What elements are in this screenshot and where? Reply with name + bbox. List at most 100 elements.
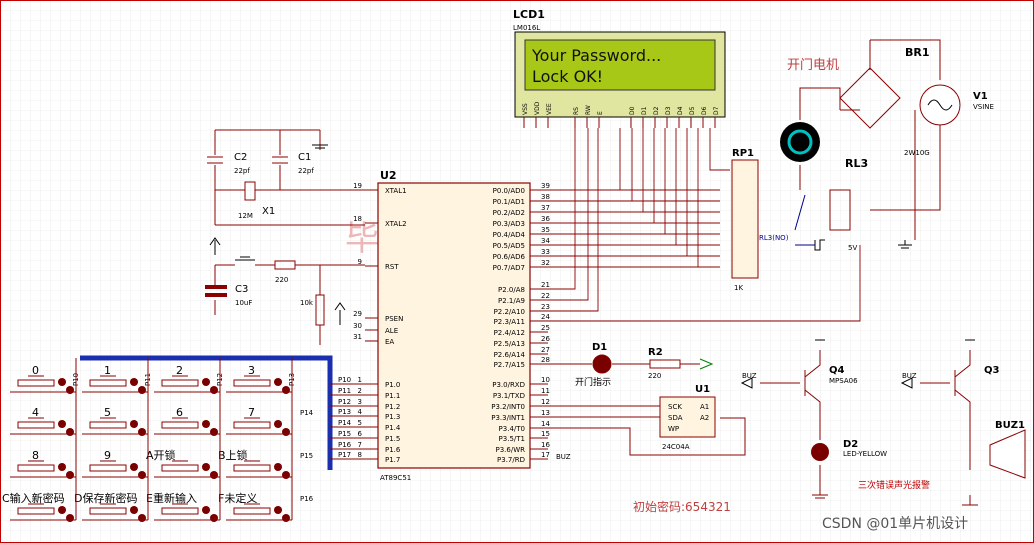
mcu-right-pin-number: 13 [541,409,550,417]
c2-value: 22pf [234,167,250,175]
c3-plate-top [205,285,227,289]
mcu-right-pin-name: P0.0/AD0 [493,187,525,195]
key-junction [66,386,74,394]
d2-value: LED-YELLOW [843,450,887,458]
rp1-ref: RP1 [732,148,754,159]
mcu-right-pin-name: P2.6/A14 [494,351,526,359]
key-junction [282,386,290,394]
lcd-pin-label: D0 [629,106,636,115]
rl3-value: 5V [848,244,857,252]
motor-label: 开门电机 [787,58,839,73]
key-label: 7 [248,406,255,419]
mcu-right-pin-number: 12 [541,398,550,406]
bus-net-label: P13 [338,408,351,416]
key-junction [66,428,74,436]
keypad-row-net: P14 [300,409,314,417]
mcu-right-pin-number: 36 [541,215,550,223]
bus-net-label: P17 [338,451,351,459]
mcu-right-pin-name: P2.5/A13 [494,340,525,348]
br1-ref: BR1 [905,46,930,59]
mcu-right-pin-name: P2.7/A15 [494,361,525,369]
key-junction [58,463,66,471]
lcd-line-1: Your Password... [531,46,661,65]
lcd-pin-label: RW [585,105,592,115]
door-motor-hub [797,139,803,145]
bus-net-label: P10 [338,376,351,384]
mcu-left-pin-name: P1.2 [385,403,400,411]
mcu-u2[interactable]: U2 AT89C51 XTAL119XTAL218RST9PSEN29ALE30… [353,169,550,482]
buz1-ref: BUZ1 [995,420,1025,431]
r10k-value: 10k [300,299,314,307]
key-label: 6 [176,406,183,419]
key-junction [282,514,290,522]
lcd-pin-label: D4 [677,106,684,115]
bus-net-label: P14 [338,419,352,427]
mcu-right-pin-name: P3.6/WR [496,446,526,454]
mcu-left-pin-number: 3 [358,398,362,406]
key-switch-body [161,379,199,387]
mcu-left-pin-number: 6 [358,430,363,438]
d1-note: 开门指示 [575,376,611,388]
mcu-left-pin-number: 8 [358,451,362,459]
x1-ref: X1 [262,206,275,217]
mcu-left-pin-number: 7 [358,441,362,449]
r2-value: 220 [648,372,661,380]
keypad-row-net: P15 [300,452,313,460]
mcu-right-pin-number: 23 [541,303,550,311]
u1-pin-a2: A2 [700,414,709,422]
key-junction [202,463,210,471]
mcu-right-pin-name: P3.3/INT1 [491,414,525,422]
mcu-left-pin-number: 19 [353,182,362,190]
key-switch-body [161,421,199,429]
c2-ref: C2 [234,152,247,163]
mcu-right-pin-number: 34 [541,237,550,245]
lcd-pin-label: D2 [653,106,660,115]
key-junction [202,506,210,514]
mcu-left-pin-number: 31 [353,333,362,341]
csdn-credit: CSDN @01单片机设计 [822,516,968,532]
q3-net-label: BUZ [902,372,917,380]
u1-ref: U1 [695,384,710,395]
key-label: F未定义 [218,491,257,505]
rp1-resistor-pack[interactable]: RP1 1K [731,148,759,292]
mcu-left-pin-name: XTAL2 [385,220,407,228]
mcu-left-pin-name: PSEN [385,315,403,323]
q3-ref: Q3 [984,365,1000,376]
mcu-right-pin-number: 37 [541,204,550,212]
p37-net-label: BUZ [556,453,571,461]
key-junction [130,506,138,514]
q4-net-label: BUZ [742,372,757,380]
mcu-left-pin-name: P1.7 [385,456,400,464]
key-switch-body [89,507,127,515]
c1-value: 22pf [298,167,314,175]
lcd-pin-label: D6 [701,106,708,115]
mcu-left-pin-number: 4 [358,408,363,416]
key-junction [138,514,146,522]
key-switch-body [161,464,199,472]
mcu-right-pin-name: P2.4/A12 [494,329,525,337]
key-junction [66,514,74,522]
key-label: C输入新密码 [2,491,65,505]
key-switch-body [233,507,271,515]
keypad-row-net: P16 [300,495,314,503]
c3-plate-bottom [205,293,227,297]
key-label: 1 [104,364,111,377]
rp1-body [731,159,759,279]
mcu-right-pin-number: 22 [541,292,550,300]
mcu-left-pin-name: P1.5 [385,435,400,443]
u1-pin-a1: A1 [700,403,709,411]
mcu-left-pin-number: 30 [353,322,362,330]
key-junction [138,428,146,436]
rl3-contact-label: RL3(NO) [759,234,789,242]
u1-pin-wp: WP [668,425,679,433]
mcu-right-pin-name: P3.4/T0 [499,425,525,433]
key-junction [210,514,218,522]
u1-pin-sda: SDA [668,414,683,422]
alarm-note: 三次错误声光报警 [858,479,930,491]
key-junction [138,386,146,394]
mcu-right-pin-name: P3.2/INT0 [491,403,525,411]
key-junction [210,471,218,479]
c3-value: 10uF [235,299,252,307]
lcd-part: LM016L [513,24,540,32]
d1-ref: D1 [592,342,607,353]
